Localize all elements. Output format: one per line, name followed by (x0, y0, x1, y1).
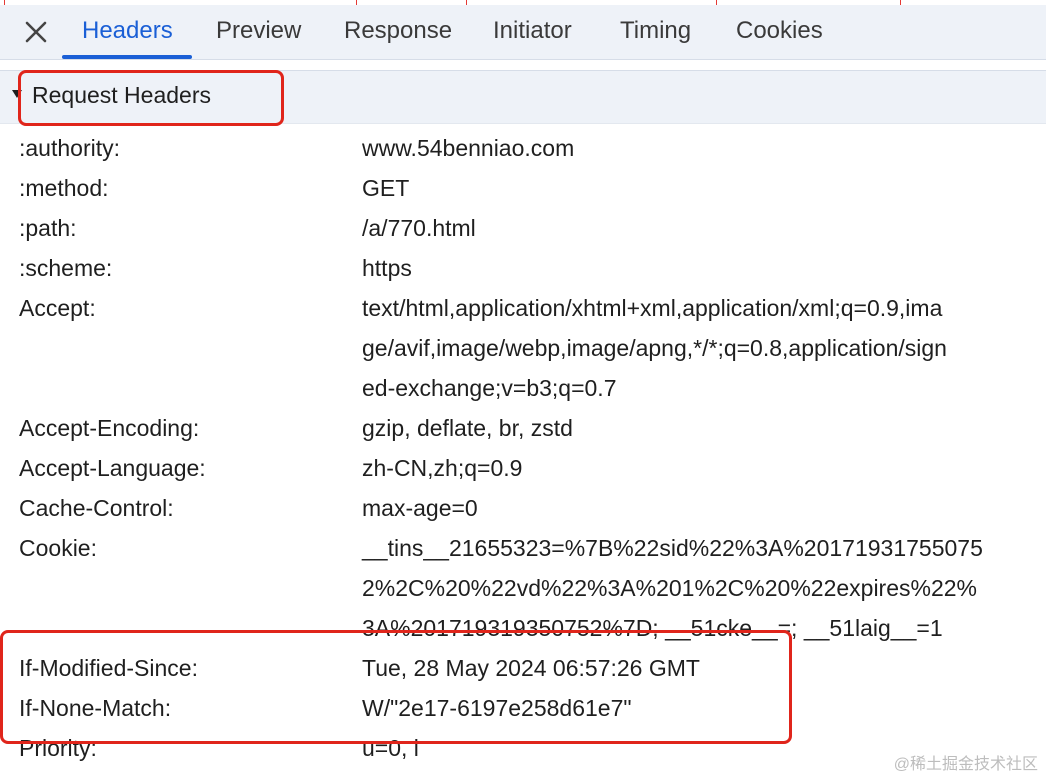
header-name-accept: Accept: (19, 295, 96, 321)
header-name-cookie: Cookie: (19, 535, 97, 561)
tab-initiator[interactable]: Initiator (493, 5, 572, 59)
header-name-path: :path: (19, 215, 77, 241)
header-value-cookie-cont: 2%2C%20%22vd%22%3A%201%2C%20%22expires%2… (362, 575, 977, 601)
header-value-accept: text/html,application/xhtml+xml,applicat… (362, 295, 943, 321)
header-name-accept-language: Accept-Language: (19, 455, 206, 481)
header-value-cache-control: max-age=0 (362, 495, 478, 521)
header-name-cache-control: Cache-Control: (19, 495, 174, 521)
header-name-accept-encoding: Accept-Encoding: (19, 415, 200, 441)
header-name-authority: :authority: (19, 135, 120, 161)
watermark: @稀土掘金技术社区 (893, 756, 1038, 773)
tab-preview[interactable]: Preview (216, 5, 301, 59)
header-value-path: /a/770.html (362, 215, 476, 241)
active-tab-indicator (62, 55, 192, 59)
header-value-scheme: https (362, 255, 412, 281)
close-icon[interactable] (22, 18, 50, 46)
header-value-accept-encoding: gzip, deflate, br, zstd (362, 415, 573, 441)
header-value-cookie: __tins__21655323=%7B%22sid%22%3A%2017193… (362, 535, 983, 561)
header-value-accept-language: zh-CN,zh;q=0.9 (362, 455, 523, 481)
header-name-method: :method: (19, 175, 109, 201)
header-value-accept-cont: ed-exchange;v=b3;q=0.7 (362, 375, 617, 401)
tab-cookies[interactable]: Cookies (736, 5, 823, 59)
highlight-box-conditional-headers (0, 630, 792, 744)
devtools-tab-bar: Headers Preview Response Initiator Timin… (0, 5, 1046, 60)
header-value-authority: www.54benniao.com (362, 135, 575, 161)
header-value-method: GET (362, 175, 410, 201)
header-name-scheme: :scheme: (19, 255, 113, 281)
highlight-box-request-headers (18, 70, 284, 126)
tab-timing[interactable]: Timing (620, 5, 691, 59)
header-value-accept-cont: ge/avif,image/webp,image/apng,*/*;q=0.8,… (362, 335, 947, 361)
tab-response[interactable]: Response (344, 5, 452, 59)
tab-headers[interactable]: Headers (82, 5, 173, 59)
